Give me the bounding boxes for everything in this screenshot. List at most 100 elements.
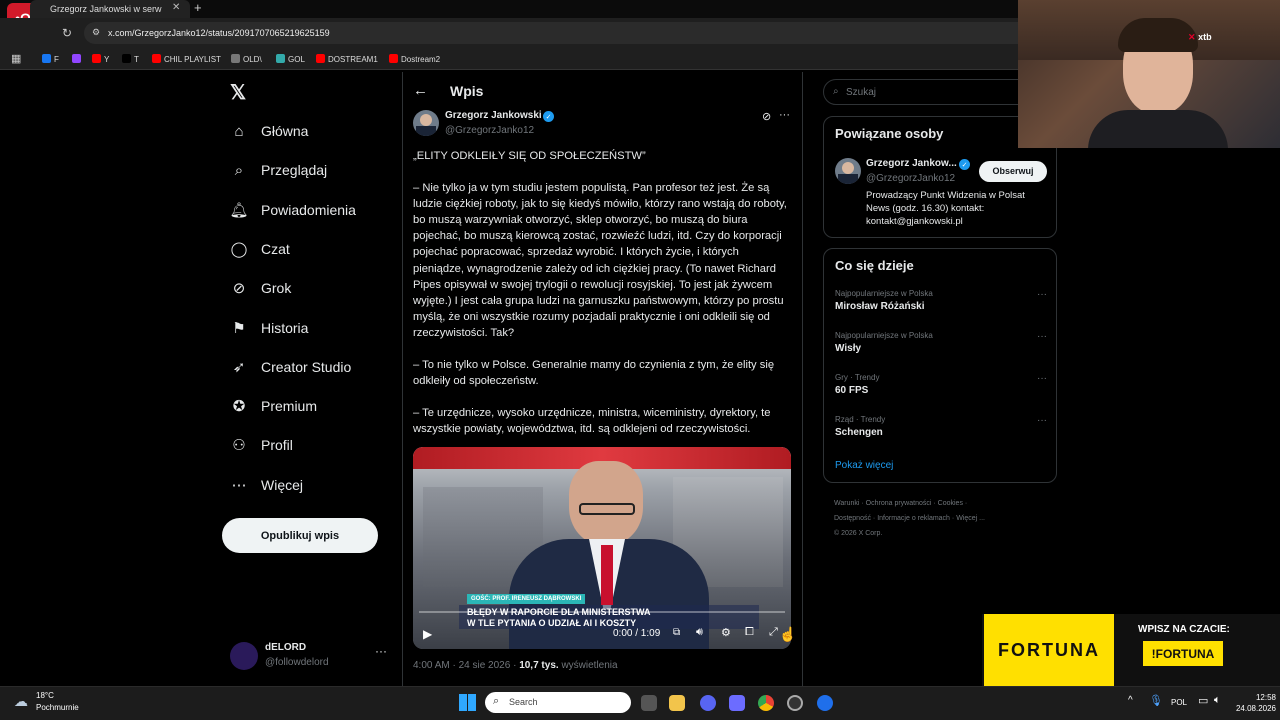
chat-icon: ◯ [230,240,248,258]
nav-item[interactable]: ✪ Premium [230,394,317,418]
footer-link[interactable]: Więcej ... [956,515,985,522]
chrome-icon[interactable] [758,695,774,711]
input-language[interactable]: POL [1171,698,1187,707]
related-handle[interactable]: @GrzegorzJanko12 [866,173,955,184]
bookmark-item[interactable] [72,54,84,64]
browser-tab[interactable]: Grzegorz Jankowski w serw [30,0,190,18]
bookmark-item[interactable]: T [122,54,139,64]
post-button[interactable]: Opublikuj wpis [222,518,378,553]
trend-context: Gry · Trendy [835,373,880,382]
new-tab-icon[interactable]: + [194,0,202,15]
bookmark-favicon-icon [316,54,325,63]
bookmark-favicon-icon [389,54,398,63]
reload-icon[interactable]: ↻ [62,26,72,40]
taskbar-search-label: Search [509,697,538,707]
pip-icon[interactable]: ⧠ [745,626,754,639]
bookmark-label: T [134,55,139,64]
bookmark-item[interactable]: F [42,54,59,64]
author-handle[interactable]: @GrzegorzJanko12 [445,125,534,136]
related-name[interactable]: Grzegorz Jankow... [866,158,957,169]
search-input[interactable]: Szukaj [846,87,876,98]
trend-item[interactable]: Najpopularniejsze w Polska Mirosław Róża… [835,289,1047,312]
network-icon[interactable]: ▭ [1198,694,1208,707]
volume-icon[interactable]: 🔊︎ [696,626,703,639]
fullscreen-icon[interactable]: ⤢ [769,626,778,639]
video-player[interactable]: GOŚĆ: PROF. IRENEUSZ DĄBROWSKI BŁĘDY W R… [413,447,791,649]
verified-icon: ✪ [232,398,246,416]
back-arrow-icon[interactable]: ← [413,82,428,99]
footer-link[interactable]: Cookies [938,500,963,507]
bookmark-item[interactable]: OLD\ [231,54,262,64]
page-title: Wpis [450,83,484,99]
bookmark-label: OLD\ [243,55,262,64]
nav-item[interactable]: ⚑ Historia [230,316,308,340]
tab-close-icon[interactable]: ✕ [172,2,180,13]
post-timestamp[interactable]: 4:00 AM · 24 sie 2026 · [413,660,516,671]
trend-topic: Wisły [835,343,862,354]
start-windows-icon[interactable] [459,694,476,711]
nav-item[interactable]: ⚇ Profil [230,433,293,457]
fortuna-logo: FORTUNA [984,614,1114,686]
bookmark-item[interactable]: Y [92,54,109,64]
weather-widget[interactable]: ☁ 18°C Pochmurnie [14,691,124,715]
clock[interactable]: 12:58 24.08.2026 [1232,692,1276,714]
home-icon: ⌂ [234,122,244,140]
follow-button[interactable]: Obserwuj [979,161,1047,182]
related-avatar[interactable] [835,158,861,184]
trend-more-icon[interactable]: ··· [1037,415,1047,426]
discord-icon[interactable] [700,695,716,711]
mic-icon[interactable]: 🎙︎ [1149,694,1163,707]
trend-item[interactable]: Najpopularniejsze w Polska Wisły ··· [835,331,1047,354]
nav-item[interactable]: ⊘ Grok [230,276,292,300]
address-bar[interactable]: x.com/GrzegorzJanko12/status/20917070652… [84,22,1084,44]
app-star-icon[interactable] [729,695,745,711]
task-view-icon[interactable] [641,695,657,711]
captions-icon[interactable]: ⧉ [673,627,680,638]
taskbar-search[interactable]: ⌕ Search [485,692,631,713]
apps-grid-icon[interactable]: ▦ [11,52,21,65]
tray-chevron-icon[interactable]: ^ [1128,695,1133,706]
avatar [230,642,258,670]
trend-item[interactable]: Rząd · Trendy Schengen ··· [835,415,1047,438]
nav-label: Premium [261,398,318,415]
footer-link[interactable]: Informacje o reklamach [877,515,950,522]
author-avatar[interactable] [413,110,439,136]
speaker-icon[interactable]: 🔈︎ [1214,694,1221,707]
play-icon[interactable]: ▶ [423,627,432,641]
author-name[interactable]: Grzegorz Jankowski [445,110,542,121]
nav-item[interactable]: ◯ Czat [230,237,290,261]
person-icon: ⚇ [232,437,246,455]
nav-item[interactable]: ⌂ Główna [230,119,308,143]
x-logo-icon[interactable]: 𝕏 [230,80,246,105]
nav-item[interactable]: 🔔︎ Powiadomienia [229,198,356,222]
footer-link[interactable]: Ochrona prywatności [866,500,932,507]
weather-desc: Pochmurnie [36,703,79,712]
obs-icon[interactable] [787,695,803,711]
footer-link[interactable]: Warunki [834,500,859,507]
show-more-link[interactable]: Pokaż więcej [835,460,893,471]
bookmark-item[interactable]: DOSTREAM1 [316,54,378,64]
site-info-icon[interactable]: ⚙ [92,27,100,38]
trend-more-icon[interactable]: ··· [1037,331,1047,342]
trend-more-icon[interactable]: ··· [1037,373,1047,384]
footer-link[interactable]: Dostępność [834,515,871,522]
webcam-brand: ✕ xtb [1188,32,1212,42]
nav-item[interactable]: ⌕ Przeglądaj [230,158,327,182]
nav-item[interactable]: ➶ Creator Studio [230,355,352,379]
bookmark-item[interactable]: GOL [276,54,305,64]
account-switcher[interactable]: dELORD @followdelord ··· [230,642,390,672]
progress-track[interactable] [419,611,785,613]
bookmark-label: Y [104,55,110,64]
grok-explain-icon[interactable]: ⊘ [762,110,771,123]
bookmark-item[interactable]: Dostream2 [389,54,440,64]
file-explorer-icon[interactable] [669,695,685,711]
settings-gear-icon[interactable]: ⚙ [721,626,731,639]
trend-more-icon[interactable]: ··· [1037,289,1047,300]
more-dots-icon[interactable]: ··· [375,644,387,658]
post-more-icon[interactable]: ··· [779,109,790,121]
app-blue-icon[interactable] [817,695,833,711]
bookmark-item[interactable]: CHIL PLAYLIST [152,54,221,64]
nav-item[interactable]: ⋯ Więcej [230,473,304,497]
nav-label: Powiadomienia [261,201,356,218]
trend-item[interactable]: Gry · Trendy 60 FPS ··· [835,373,1047,396]
